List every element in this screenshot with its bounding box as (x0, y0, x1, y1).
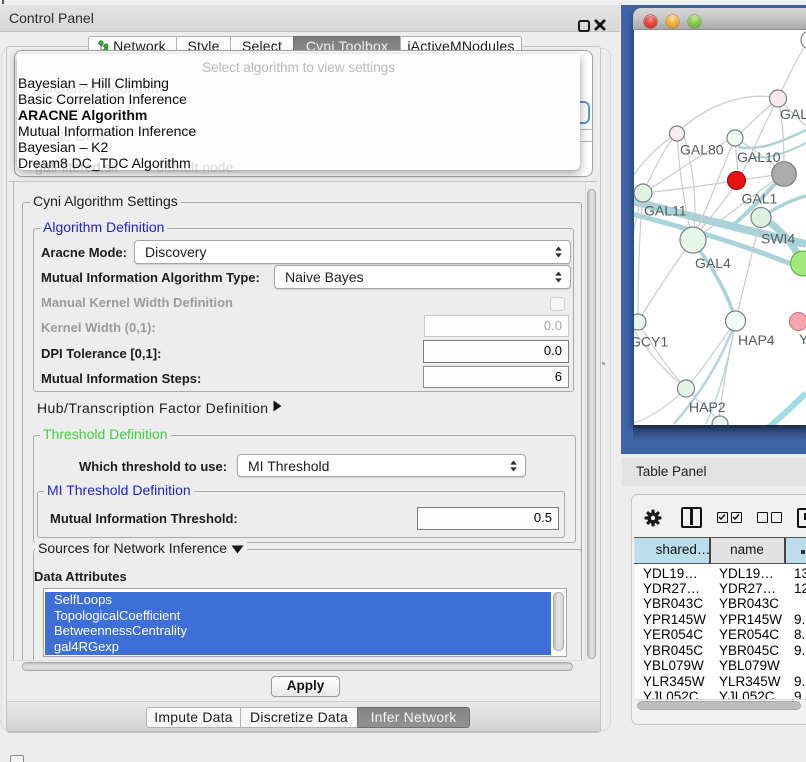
svg-text:GAL4: GAL4 (695, 255, 731, 271)
svg-text:SWI4: SWI4 (761, 231, 795, 247)
svg-text:Y: Y (799, 331, 806, 347)
svg-text:GAL1: GAL1 (742, 191, 778, 207)
svg-text:HAP2: HAP2 (689, 399, 726, 415)
svg-text:GAL11: GAL11 (644, 203, 687, 219)
svg-text:GAL7: GAL7 (780, 106, 806, 122)
svg-text:HAP4: HAP4 (738, 332, 775, 348)
svg-text:GAL80: GAL80 (680, 142, 724, 158)
svg-text:GCY1: GCY1 (634, 334, 668, 350)
svg-text:GAL10: GAL10 (737, 149, 781, 165)
